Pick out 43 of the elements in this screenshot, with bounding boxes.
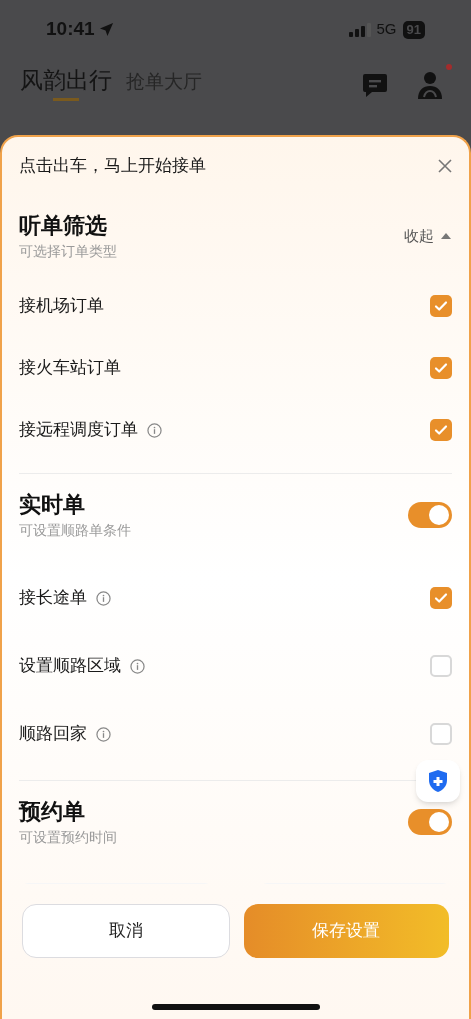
option-label: 顺路回家 xyxy=(19,723,87,746)
checkbox[interactable] xyxy=(430,723,452,745)
signal-icon xyxy=(348,22,371,37)
option-label: 接火车站订单 xyxy=(19,357,121,380)
section-subtitle: 可选择订单类型 xyxy=(19,242,117,261)
caret-icon xyxy=(440,232,452,240)
section-title: 听单筛选 xyxy=(19,212,108,240)
section-title: 预约单 xyxy=(19,798,86,826)
toggle-switch[interactable] xyxy=(408,502,452,528)
network-type: 5G xyxy=(376,19,397,40)
section-subtitle: 可设置预约时间 xyxy=(19,828,117,847)
info-icon[interactable] xyxy=(147,422,162,438)
checkbox[interactable] xyxy=(430,655,452,677)
checkmark-icon xyxy=(433,298,449,314)
cancel-button[interactable]: 取消 xyxy=(22,904,230,958)
info-icon[interactable] xyxy=(96,590,111,606)
checkbox[interactable] xyxy=(430,295,452,317)
option-label: 设置顺路区域 xyxy=(19,655,121,678)
battery-level: 91 xyxy=(402,20,425,39)
checkmark-icon xyxy=(433,590,449,606)
status-time: 10:41 xyxy=(46,17,95,42)
location-arrow-icon xyxy=(98,22,114,37)
collapse-button[interactable]: 收起 xyxy=(404,224,452,248)
message-icon[interactable] xyxy=(361,71,389,99)
checkbox[interactable] xyxy=(430,419,452,441)
section-subtitle: 可设置顺路单条件 xyxy=(19,521,131,540)
option-label: 接远程调度订单 xyxy=(19,419,138,442)
checkmark-icon xyxy=(433,360,449,376)
close-icon[interactable] xyxy=(438,159,452,173)
shield-icon xyxy=(427,769,449,793)
option-label: 接机场订单 xyxy=(19,295,104,318)
checkbox[interactable] xyxy=(430,357,452,379)
toggle-switch[interactable] xyxy=(408,809,452,835)
checkmark-icon xyxy=(433,422,449,438)
save-button[interactable]: 保存设置 xyxy=(243,904,449,958)
sheet-title: 点击出车，马上开始接单 xyxy=(19,155,206,178)
option-label: 接长途单 xyxy=(19,587,87,610)
checkbox[interactable] xyxy=(430,587,452,609)
info-icon[interactable] xyxy=(96,726,111,742)
section-title: 实时单 xyxy=(19,491,86,519)
info-icon[interactable] xyxy=(130,658,145,674)
safety-shield-button[interactable] xyxy=(416,760,460,802)
header-tab[interactable]: 风韵出行 xyxy=(20,65,112,101)
